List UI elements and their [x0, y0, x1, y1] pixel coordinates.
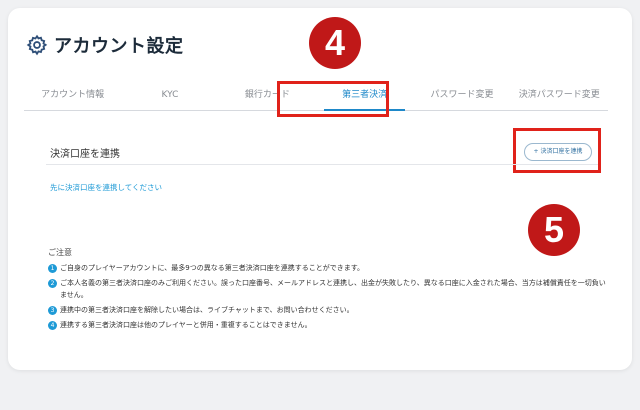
tab-payment-password-change[interactable]: 決済パスワード変更 — [511, 82, 608, 110]
note-text: 連携する第三者決済口座は他のプレイヤーと併用・重複することはできません。 — [60, 321, 312, 329]
note-number: 1 — [48, 264, 57, 273]
note-item: 4 連携する第三者決済口座は他のプレイヤーと併用・重複することはできません。 — [48, 319, 608, 331]
note-text: ご自身のプレイヤーアカウントに、最多9つの異なる第三者決済口座を連携することがで… — [60, 264, 365, 272]
gear-icon — [26, 34, 48, 56]
divider — [46, 164, 598, 165]
note-number: 3 — [48, 306, 57, 315]
notes-list: 1 ご自身のプレイヤーアカウントに、最多9つの異なる第三者決済口座を連携すること… — [48, 262, 608, 334]
link-hint-text: 先に決済口座を連携してください — [50, 183, 163, 192]
note-number: 2 — [48, 279, 57, 288]
note-number: 4 — [48, 321, 57, 330]
note-text: ご本人名義の第三者決済口座のみご利用ください。誤った口座番号、メールアドレスと連… — [60, 279, 606, 299]
highlight-tab-box — [277, 81, 389, 117]
highlight-button-box — [513, 128, 601, 173]
notes-title: ご注意 — [48, 248, 72, 257]
tab-password-change[interactable]: パスワード変更 — [413, 82, 510, 110]
page-header: アカウント設定 — [26, 32, 184, 58]
note-text: 連携中の第三者決済口座を解除したい場合は、ライブチャットまで、お問い合わせくださ… — [60, 306, 354, 314]
note-item: 1 ご自身のプレイヤーアカウントに、最多9つの異なる第三者決済口座を連携すること… — [48, 262, 608, 274]
annotation-badge-4: 4 — [309, 17, 361, 69]
note-item: 3 連携中の第三者決済口座を解除したい場合は、ライブチャットまで、お問い合わせく… — [48, 304, 608, 316]
annotation-badge-5: 5 — [528, 204, 580, 256]
note-item: 2 ご本人名義の第三者決済口座のみご利用ください。誤った口座番号、メールアドレス… — [48, 277, 608, 301]
tab-kyc[interactable]: KYC — [121, 82, 218, 110]
tab-account-info[interactable]: アカウント情報 — [24, 82, 121, 110]
page-title: アカウント設定 — [54, 36, 184, 57]
section-label: 決済口座を連携 — [50, 149, 120, 160]
